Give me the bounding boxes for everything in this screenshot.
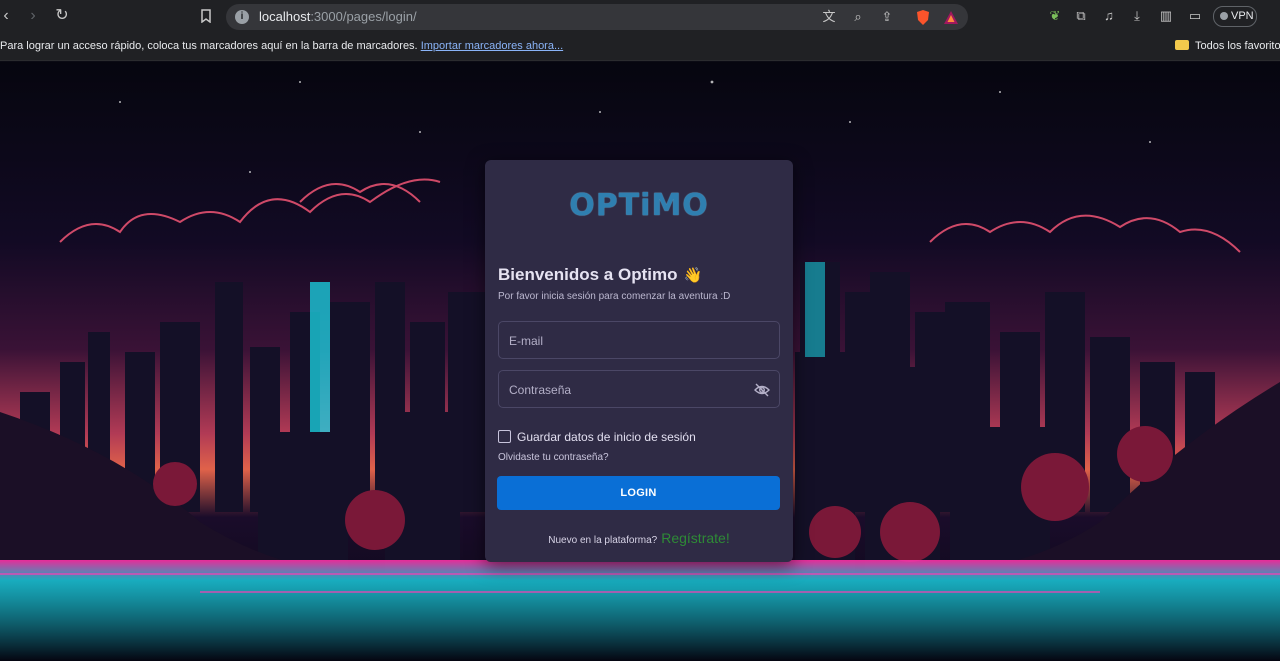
translate-icon[interactable]: 文 [820, 8, 838, 26]
browser-toolbar: ‹ › ↻ i localhost:3000/pages/login/ 文 ⌕ … [0, 0, 1280, 33]
login-button[interactable]: LOGIN [497, 476, 780, 510]
bookmarks-hint: Para lograr un acceso rápido, coloca tus… [0, 40, 564, 52]
address-bar[interactable]: i localhost:3000/pages/login/ 文 ⌕ ⇪ [226, 4, 968, 30]
register-row: Nuevo en la plataforma? Regístrate! [485, 530, 793, 548]
leaf-extension-icon[interactable]: ❦ [1046, 7, 1064, 25]
download-icon[interactable]: ⤓ [1128, 7, 1146, 25]
register-question: Nuevo en la plataforma? [548, 535, 658, 546]
vpn-status-icon [1220, 12, 1228, 20]
brave-rewards-icon[interactable] [942, 8, 960, 26]
login-card: OPTiMO Bienvenidos a Optimo 👋 Por favor i… [485, 160, 793, 562]
forward-icon[interactable]: › [23, 6, 43, 26]
folder-icon [1175, 40, 1189, 50]
login-page-background: OPTiMO Bienvenidos a Optimo 👋 Por favor i… [0, 62, 1280, 661]
remember-label[interactable]: Guardar datos de inicio de sesión [517, 430, 696, 444]
favorites-folder[interactable]: Todos los favoritos [1175, 40, 1280, 52]
reload-icon[interactable]: ↻ [52, 6, 72, 26]
sidebar-icon[interactable]: ▥ [1157, 7, 1175, 25]
forgot-password-link[interactable]: Olvidaste tu contraseña? [498, 452, 609, 463]
password-placeholder: Contraseña [509, 383, 572, 397]
extensions-icon[interactable]: ⧉ [1072, 7, 1090, 25]
info-icon[interactable]: i [235, 10, 249, 24]
email-placeholder: E-mail [509, 334, 544, 348]
wallet-icon[interactable]: ▭ [1186, 7, 1204, 25]
back-icon[interactable]: ‹ [0, 6, 16, 26]
import-bookmarks-link[interactable]: Importar marcadores ahora... [421, 40, 563, 52]
eye-off-icon[interactable] [753, 381, 771, 399]
optimo-logo: OPTiMO [569, 188, 709, 223]
bookmark-icon[interactable] [196, 6, 216, 26]
remember-row[interactable]: Guardar datos de inicio de sesión [498, 428, 696, 444]
vpn-button[interactable]: VPN [1213, 6, 1257, 27]
waving-hand-icon: 👋 [683, 267, 703, 284]
brave-shield-icon[interactable] [914, 8, 932, 26]
email-field[interactable]: E-mail [498, 321, 780, 359]
remember-checkbox[interactable] [498, 430, 511, 443]
music-icon[interactable]: ♫ [1100, 7, 1118, 25]
register-link[interactable]: Regístrate! [661, 530, 729, 546]
url-text[interactable]: localhost:3000/pages/login/ [259, 9, 417, 24]
zoom-icon[interactable]: ⌕ [849, 8, 867, 26]
bookmarks-bar: Para lograr un acceso rápido, coloca tus… [0, 33, 1280, 61]
welcome-heading: Bienvenidos a Optimo 👋 [498, 265, 703, 284]
share-icon[interactable]: ⇪ [878, 8, 896, 26]
welcome-subtitle: Por favor inicia sesión para comenzar la… [498, 291, 731, 302]
password-field[interactable]: Contraseña [498, 370, 780, 408]
